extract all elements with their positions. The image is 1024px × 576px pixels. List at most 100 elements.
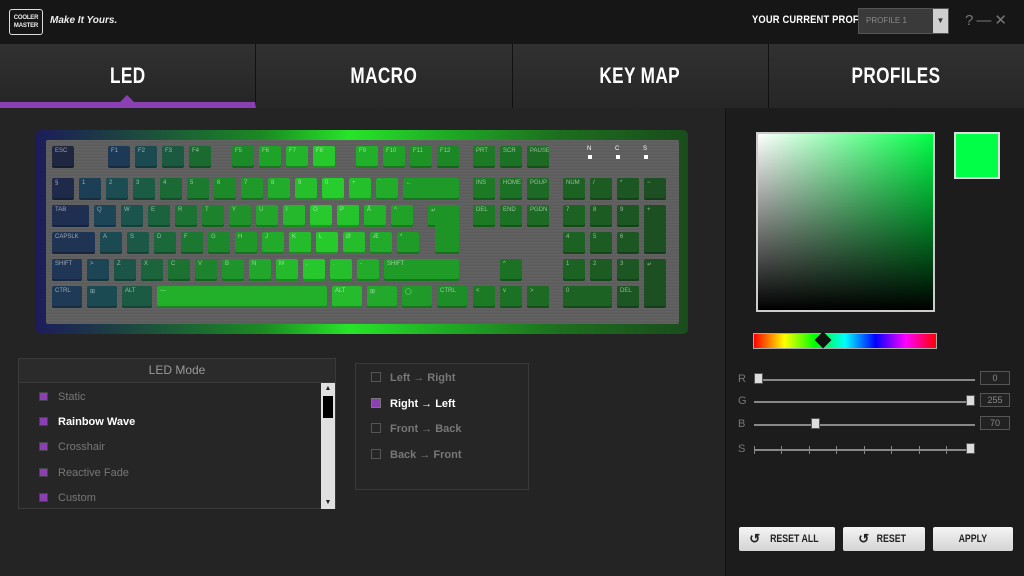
keyboard-key[interactable]: 2: [106, 178, 128, 200]
keyboard-key[interactable]: Å: [364, 205, 386, 227]
keyboard-key[interactable]: SHIFT: [52, 259, 82, 281]
direction-left-right[interactable]: Left → Right: [371, 372, 455, 384]
led-mode-custom[interactable]: Custom: [39, 492, 96, 512]
slider-thumb[interactable]: [811, 418, 821, 429]
keyboard-key[interactable]: L: [316, 232, 338, 254]
direction-right-left[interactable]: Right → Left: [371, 398, 455, 410]
keyboard-key[interactable]: NUM: [563, 178, 585, 200]
keyboard-key[interactable]: 8: [268, 178, 290, 200]
keyboard-key[interactable]: B: [222, 259, 244, 281]
keyboard-key[interactable]: PGUP: [527, 178, 549, 200]
color-picker-area[interactable]: [756, 132, 935, 312]
window-controls[interactable]: ?—✕: [965, 11, 1010, 29]
keyboard-key[interactable]: 0: [563, 286, 612, 308]
tab-profiles[interactable]: PROFILES: [768, 44, 1024, 108]
slider-thumb[interactable]: [966, 395, 975, 406]
keyboard-key[interactable]: F12: [437, 146, 459, 168]
keyboard-key[interactable]: Z: [114, 259, 136, 281]
slider-track[interactable]: [754, 379, 975, 381]
keyboard-key[interactable]: ,: [303, 259, 325, 281]
led-mode-static[interactable]: Static: [39, 391, 86, 411]
red-slider[interactable]: R 0: [738, 371, 1018, 391]
green-value-input[interactable]: 255: [980, 393, 1010, 407]
keyboard-key[interactable]: TAB: [52, 205, 89, 227]
keyboard-key[interactable]: CAPSLK: [52, 232, 95, 254]
keyboard-key[interactable]: PAUSE: [527, 146, 549, 168]
led-mode-reactive-fade[interactable]: Reactive Fade: [39, 467, 129, 487]
keyboard-key[interactable]: END: [500, 205, 522, 227]
keyboard-key[interactable]: O: [310, 205, 332, 227]
keyboard-key[interactable]: X: [141, 259, 163, 281]
checkbox-icon[interactable]: [39, 493, 48, 502]
keyboard-key[interactable]: J: [262, 232, 284, 254]
keyboard-key[interactable]: ´: [376, 178, 398, 200]
keyboard-key[interactable]: ALT: [332, 286, 362, 308]
keyboard-key[interactable]: F3: [162, 146, 184, 168]
keyboard-key[interactable]: F10: [383, 146, 405, 168]
keyboard-key[interactable]: 7: [241, 178, 263, 200]
keyboard-key[interactable]: P: [337, 205, 359, 227]
apply-button[interactable]: APPLY: [933, 527, 1013, 551]
keyboard-key[interactable]: -: [357, 259, 379, 281]
keyboard-key[interactable]: ^: [500, 259, 522, 281]
green-slider[interactable]: G 255: [738, 393, 1018, 413]
chevron-down-icon[interactable]: ▼: [933, 9, 948, 33]
checkbox-icon[interactable]: [39, 442, 48, 451]
keyboard-key[interactable]: >: [527, 286, 549, 308]
keyboard-key[interactable]: ^: [391, 205, 413, 227]
keyboard-key[interactable]: F2: [135, 146, 157, 168]
tab-macro[interactable]: MACRO: [256, 44, 513, 108]
keyboard-key[interactable]: SCR: [500, 146, 522, 168]
keyboard-key[interactable]: 7: [563, 205, 585, 227]
keyboard-key[interactable]: 1: [563, 259, 585, 281]
blue-value-input[interactable]: 70: [980, 416, 1010, 430]
keyboard-key[interactable]: §: [52, 178, 74, 200]
led-mode-rainbow-wave[interactable]: Rainbow Wave: [39, 416, 135, 436]
keyboard-key[interactable]: ESC: [52, 146, 74, 168]
keyboard-key[interactable]: N: [249, 259, 271, 281]
keyboard-key[interactable]: U: [256, 205, 278, 227]
keyboard-key[interactable]: 4: [563, 232, 585, 254]
slider-thumb[interactable]: [754, 373, 763, 384]
keyboard-key[interactable]: ⊞: [367, 286, 397, 308]
keyboard-key[interactable]: 6: [214, 178, 236, 200]
keyboard-key[interactable]: INS: [473, 178, 495, 200]
keyboard-key[interactable]: F11: [410, 146, 432, 168]
scroll-down-icon[interactable]: ▼: [321, 497, 335, 509]
keyboard-key[interactable]: 9: [295, 178, 317, 200]
keyboard-key[interactable]: /: [590, 178, 612, 200]
keyboard-key[interactable]: R: [175, 205, 197, 227]
keyboard-key[interactable]: 3: [133, 178, 155, 200]
keyboard-key[interactable]: .: [330, 259, 352, 281]
keyboard-key[interactable]: 5: [590, 232, 612, 254]
keyboard-key[interactable]: Q: [94, 205, 116, 227]
checkbox-icon[interactable]: [371, 372, 381, 382]
keyboard-key[interactable]: ⊞: [87, 286, 117, 308]
reset-button[interactable]: ↺ RESET: [843, 527, 925, 551]
keyboard-key[interactable]: F6: [259, 146, 281, 168]
keyboard-key[interactable]: Æ: [370, 232, 392, 254]
keyboard-key[interactable]: +: [644, 205, 666, 254]
checkbox-icon[interactable]: [39, 468, 48, 477]
keyboard-key[interactable]: Ø: [343, 232, 365, 254]
keyboard-key[interactable]: 8: [590, 205, 612, 227]
keyboard-key[interactable]: F9: [356, 146, 378, 168]
hue-slider[interactable]: [753, 333, 937, 349]
keyboard-key[interactable]: F: [181, 232, 203, 254]
checkbox-icon[interactable]: [39, 392, 48, 401]
keyboard-key[interactable]: *: [397, 232, 419, 254]
keyboard-key[interactable]: 1: [79, 178, 101, 200]
speed-slider[interactable]: S: [738, 441, 1018, 461]
slider-thumb[interactable]: [966, 443, 975, 454]
keyboard-key[interactable]: V: [195, 259, 217, 281]
keyboard-key[interactable]: <: [473, 286, 495, 308]
keyboard-key[interactable]: −: [644, 178, 666, 200]
keyboard-key[interactable]: CTRL: [437, 286, 467, 308]
profile-dropdown[interactable]: PROFILE 1 ▼: [858, 8, 949, 34]
keyboard-key[interactable]: [435, 205, 459, 254]
tab-key-map[interactable]: KEY MAP: [512, 44, 769, 108]
keyboard-key[interactable]: 4: [160, 178, 182, 200]
checkbox-icon[interactable]: [39, 417, 48, 426]
red-value-input[interactable]: 0: [980, 371, 1010, 385]
keyboard-key[interactable]: T: [202, 205, 224, 227]
